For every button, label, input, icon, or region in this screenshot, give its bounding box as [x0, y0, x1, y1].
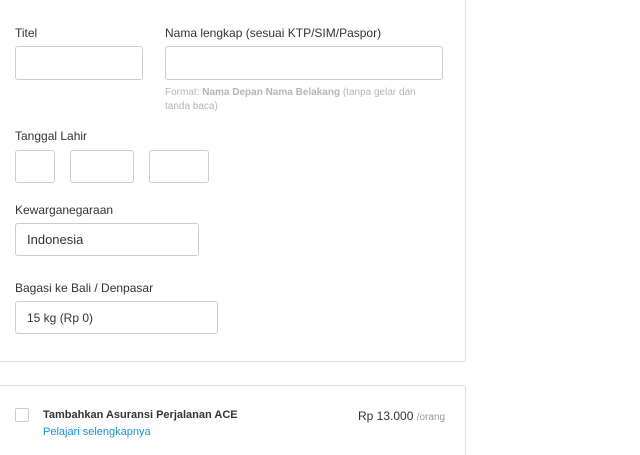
insurance-price-amount: Rp 13.000: [358, 409, 414, 423]
insurance-title: Tambahkan Asuransi Perjalanan ACE: [43, 409, 238, 421]
fullname-format-hint: Format: Nama Depan Nama Belakang (tanpa …: [165, 87, 416, 112]
insurance-price-unit: /orang: [416, 412, 446, 423]
baggage-label: Bagasi ke Bali / Denpasar: [15, 281, 154, 295]
baggage-select[interactable]: 15 kg (Rp 0): [15, 301, 218, 334]
title-label: Titel: [15, 26, 38, 40]
nationality-select[interactable]: Indonesia: [15, 223, 199, 256]
insurance-learn-more-link[interactable]: Pelajari selengkapnya: [43, 426, 151, 438]
dob-year-select[interactable]: [149, 150, 209, 183]
fullname-label: Nama lengkap (sesuai KTP/SIM/Paspor): [165, 26, 382, 40]
title-select[interactable]: [15, 46, 143, 80]
dob-day-select[interactable]: [15, 150, 55, 183]
insurance-price: Rp 13.000 /orang: [358, 409, 445, 423]
insurance-checkbox[interactable]: [15, 408, 29, 422]
dob-label: Tanggal Lahir: [15, 129, 88, 143]
nationality-label: Kewarganegaraan: [15, 203, 114, 217]
passenger-form-page: Titel Nama lengkap (sesuai KTP/SIM/Paspo…: [0, 0, 640, 455]
fullname-input[interactable]: [165, 46, 443, 80]
dob-month-select[interactable]: [70, 150, 134, 183]
